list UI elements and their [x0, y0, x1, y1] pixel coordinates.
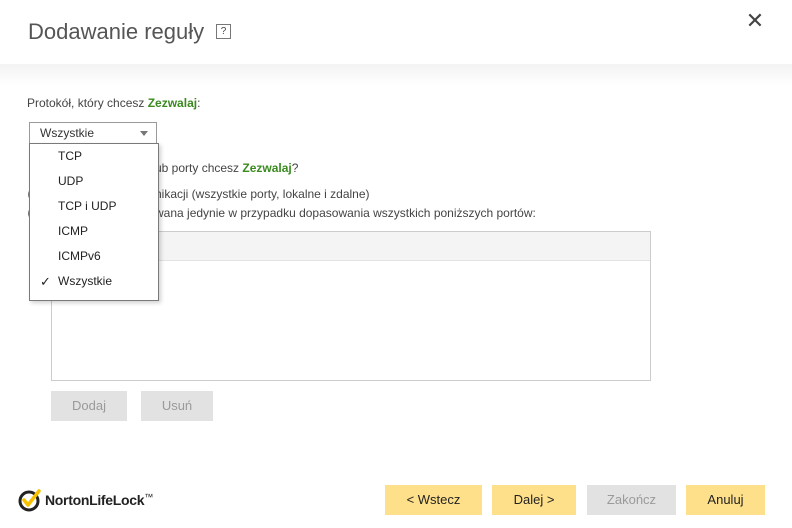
dropdown-option-icmpv6[interactable]: ICMPv6 [30, 244, 158, 269]
ports-prompt-action: Zezwalaj [242, 161, 292, 175]
dropdown-option-tcp-udp[interactable]: TCP i UDP [30, 194, 158, 219]
ports-option-all-label: nikacji (wszystkie porty, lokalne i zdal… [155, 187, 370, 201]
finish-button[interactable]: Zakończ [587, 485, 676, 515]
norton-checkmark-logo-icon [18, 489, 41, 512]
protocol-prompt-action: Zezwalaj [147, 96, 198, 110]
add-port-button[interactable]: Dodaj [51, 391, 127, 421]
header-divider [0, 64, 792, 86]
ports-prompt-text: ub porty chcesz [155, 161, 243, 175]
dropdown-option-icmp[interactable]: ICMP [30, 219, 158, 244]
help-icon[interactable]: ? [216, 24, 231, 39]
chevron-down-icon [140, 131, 148, 136]
back-button[interactable]: < Wstecz [385, 485, 482, 515]
cancel-button[interactable]: Anuluj [686, 485, 765, 515]
dropdown-option-all[interactable]: ✓ Wszystkie [30, 269, 158, 294]
brand-name: NortonLifeLock™ [45, 492, 153, 508]
protocol-prompt: Protokół, który chcesz Zezwalaj: [27, 96, 200, 110]
dialog-header: Dodawanie reguły ? ✕ [0, 0, 792, 64]
close-icon[interactable]: ✕ [744, 10, 766, 32]
protocol-select-value: Wszystkie [40, 126, 94, 140]
dropdown-option-udp[interactable]: UDP [30, 169, 158, 194]
checkmark-icon: ✓ [40, 274, 51, 289]
protocol-prompt-suffix: : [197, 96, 201, 110]
protocol-prompt-text: Protokół, który chcesz [27, 96, 148, 110]
protocol-dropdown-list[interactable]: TCP UDP TCP i UDP ICMP ICMPv6 ✓ Wszystki… [29, 143, 159, 301]
protocol-select[interactable]: Wszystkie [29, 122, 157, 144]
ports-prompt-suffix: ? [291, 161, 299, 175]
remove-port-button[interactable]: Usuń [141, 391, 213, 421]
dialog-title: Dodawanie reguły [28, 19, 205, 44]
brand-logo: NortonLifeLock™ [18, 486, 153, 514]
ports-option-specific-label: wana jedynie w przypadku dopasowania wsz… [155, 206, 536, 220]
dropdown-option-tcp[interactable]: TCP [30, 144, 158, 169]
next-button[interactable]: Dalej > [492, 485, 576, 515]
